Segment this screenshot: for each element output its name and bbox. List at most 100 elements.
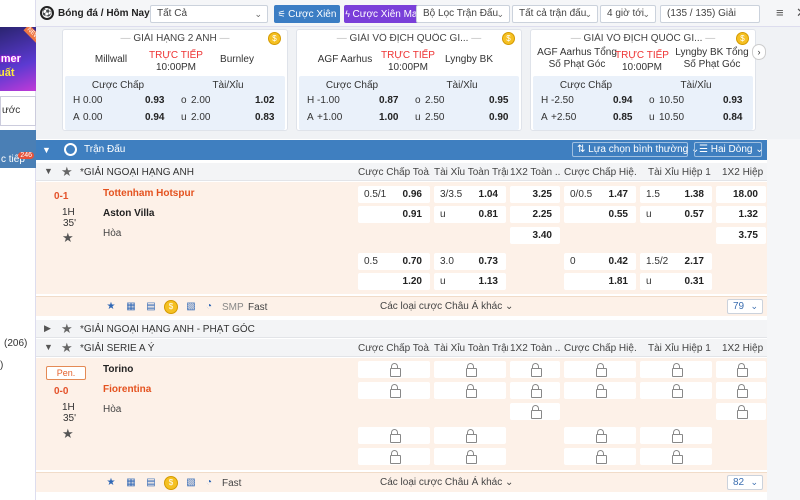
favorite-star-icon[interactable]: ★: [61, 340, 73, 356]
live-stream-icon[interactable]: ▧: [184, 300, 198, 314]
odds-cell[interactable]: u 0.31: [640, 273, 712, 290]
collapse-caret-icon[interactable]: ▼: [42, 145, 51, 155]
favorite-star-icon[interactable]: ★: [61, 164, 73, 180]
league-count-value: (135 / 135) Giải: [667, 8, 736, 19]
odds-cell[interactable]: 1.81: [564, 273, 636, 290]
sort-dropdown[interactable]: ⇅ Lựa chọn bình thường ⌄: [572, 142, 699, 157]
odds-cell[interactable]: 3.40: [510, 227, 560, 244]
odds-cell[interactable]: 0.91: [358, 206, 430, 223]
view-dropdown[interactable]: ☰ Hai Dòng ⌄: [694, 142, 764, 157]
featured-odds-value[interactable]: 0.93: [723, 95, 742, 106]
collapse-caret-icon[interactable]: ▼: [44, 166, 53, 176]
promo-banner[interactable]: NEW umer uất: [0, 27, 36, 91]
more-asian-bets-link[interactable]: Các loại cược Châu Á khác ⌄: [380, 477, 513, 488]
featured-total-line: 2.50: [425, 112, 445, 123]
featured-odds-value[interactable]: 0.84: [723, 112, 742, 123]
time-filter-dropdown[interactable]: 4 giờ tới ⌄: [600, 5, 656, 23]
odds-cell[interactable]: 0.5 0.70: [358, 253, 430, 270]
featured-odds-value[interactable]: 0.94: [145, 112, 164, 123]
more-asian-bets-link[interactable]: Các loại cược Châu Á khác ⌄: [380, 301, 513, 312]
close-icon[interactable]: ✕: [796, 5, 800, 21]
odds-cell[interactable]: u 1.13: [434, 273, 506, 290]
smp-label[interactable]: SMP: [222, 302, 244, 313]
menu-icon[interactable]: ≡: [776, 5, 784, 20]
odds-cell[interactable]: u 0.57: [640, 206, 712, 223]
odds-value: 1.32: [738, 209, 758, 220]
odds-cell[interactable]: 3.75: [716, 227, 766, 244]
chevron-down-icon: ⌄: [502, 477, 514, 488]
cashout-coin-icon[interactable]: $: [164, 300, 178, 314]
featured-odds-value[interactable]: 0.83: [255, 112, 274, 123]
odds-value: 1.20: [402, 276, 422, 287]
odds-cell[interactable]: 1.32: [716, 206, 766, 223]
scoreboard-icon[interactable]: ▤: [144, 476, 158, 490]
featured-odds-value[interactable]: 0.87: [379, 95, 398, 106]
clock-icon: [64, 143, 77, 156]
odds-cell[interactable]: 1.5 1.38: [640, 186, 712, 203]
scoreboard-icon[interactable]: ▤: [144, 300, 158, 314]
locked-odds-cell: [640, 427, 712, 444]
stats-grid-icon[interactable]: ▦: [124, 300, 138, 314]
league-row[interactable]: ▼ ★ *GIẢI NGOẠI HẠNG ANH Cược Chấp Toà..…: [36, 163, 767, 181]
odds-cell[interactable]: 0 0.42: [564, 253, 636, 270]
featured-odds-value[interactable]: 0.94: [613, 95, 632, 106]
live-stream-icon[interactable]: ▧: [184, 476, 198, 490]
odds-value: 3.40: [532, 230, 552, 241]
odds-value: 3.75: [738, 230, 758, 241]
star-icon[interactable]: ★: [104, 476, 118, 490]
favorite-star-icon[interactable]: ★: [62, 230, 74, 246]
odds-cell[interactable]: 18.00: [716, 186, 766, 203]
match-filter-dropdown[interactable]: Tất cả trận đấu ⌄: [512, 5, 598, 23]
market-count-dropdown[interactable]: 79 ⌄: [727, 299, 763, 314]
featured-odds-value[interactable]: 0.85: [613, 112, 632, 123]
chevron-right-icon[interactable]: ›: [752, 44, 766, 60]
fast-label[interactable]: Fast: [248, 302, 267, 313]
locked-odds-cell: [640, 382, 712, 399]
odds-cell[interactable]: u 0.81: [434, 206, 506, 223]
featured-card[interactable]: — GIẢI HẠNG 2 ANH — $ Millwall TRỰC TIẾP…: [62, 29, 288, 131]
featured-card[interactable]: — GIẢI VÔ ĐỊCH QUỐC GI... — $ AGF Aarhus…: [296, 29, 522, 131]
odds-cell[interactable]: 3.0 0.73: [434, 253, 506, 270]
odds-cell[interactable]: 3/3.5 1.04: [434, 186, 506, 203]
odds-cell[interactable]: 0/0.5 1.47: [564, 186, 636, 203]
market-count-dropdown[interactable]: 82 ⌄: [727, 475, 763, 490]
odds-cell[interactable]: 0.5/1 0.96: [358, 186, 430, 203]
favorite-star-icon[interactable]: ★: [62, 426, 74, 442]
left-menu-live[interactable]: c tiếp 246: [0, 130, 36, 168]
league-count-dropdown[interactable]: (135 / 135) Giải: [660, 5, 760, 23]
chart-icon[interactable]: ◔: [202, 300, 216, 314]
featured-odds-value[interactable]: 1.02: [255, 95, 274, 106]
odds-cell[interactable]: 0.55: [564, 206, 636, 223]
featured-odds-value[interactable]: 1.00: [379, 112, 398, 123]
featured-away-team: Lyngby BK: [445, 54, 493, 65]
lock-icon: [737, 405, 748, 419]
stats-grid-icon[interactable]: ▦: [124, 476, 138, 490]
locked-odds-cell: [716, 403, 766, 420]
fast-label[interactable]: Fast: [222, 478, 241, 489]
featured-home-team: Millwall: [94, 54, 128, 65]
featured-total-line: 2.50: [425, 95, 445, 106]
league-row[interactable]: ▼ ★ *GIẢI SERIE A Ý Cược Chấp Toà... Tài…: [36, 339, 767, 357]
expand-caret-icon[interactable]: ▶: [44, 323, 51, 334]
featured-odds-value[interactable]: 0.90: [489, 112, 508, 123]
parlay-button[interactable]: ⚟ Cược Xiên: [274, 5, 340, 23]
league-row[interactable]: ▶ ★ *GIẢI NGOẠI HẠNG ANH - PHẠT GÓC: [36, 320, 767, 338]
odds-cell[interactable]: 3.25: [510, 186, 560, 203]
collapse-caret-icon[interactable]: ▼: [44, 342, 53, 352]
star-icon[interactable]: ★: [104, 300, 118, 314]
league-filter-dropdown[interactable]: Bộ Lọc Trận Đấu ⌄: [416, 5, 510, 23]
odds-cell[interactable]: 2.25: [510, 206, 560, 223]
lock-icon: [596, 384, 607, 398]
featured-odds-value[interactable]: 0.95: [489, 95, 508, 106]
featured-card[interactable]: — GIẢI VÔ ĐỊCH QUỐC GI... — $ AGF Aarhus…: [530, 29, 756, 131]
featured-odds-value[interactable]: 0.93: [145, 95, 164, 106]
bet-type-dropdown[interactable]: Tất Cả ⌄: [150, 5, 268, 23]
odds-cell[interactable]: 1.5/2 2.17: [640, 253, 712, 270]
handicap-line: 0/0.5: [570, 189, 593, 200]
favorite-star-icon[interactable]: ★: [61, 321, 73, 337]
odds-value: 0.73: [478, 256, 498, 267]
cashout-coin-icon[interactable]: $: [164, 476, 178, 490]
left-menu-item[interactable]: ước: [0, 96, 36, 126]
chart-icon[interactable]: ◔: [202, 476, 216, 490]
odds-cell[interactable]: 1.20: [358, 273, 430, 290]
